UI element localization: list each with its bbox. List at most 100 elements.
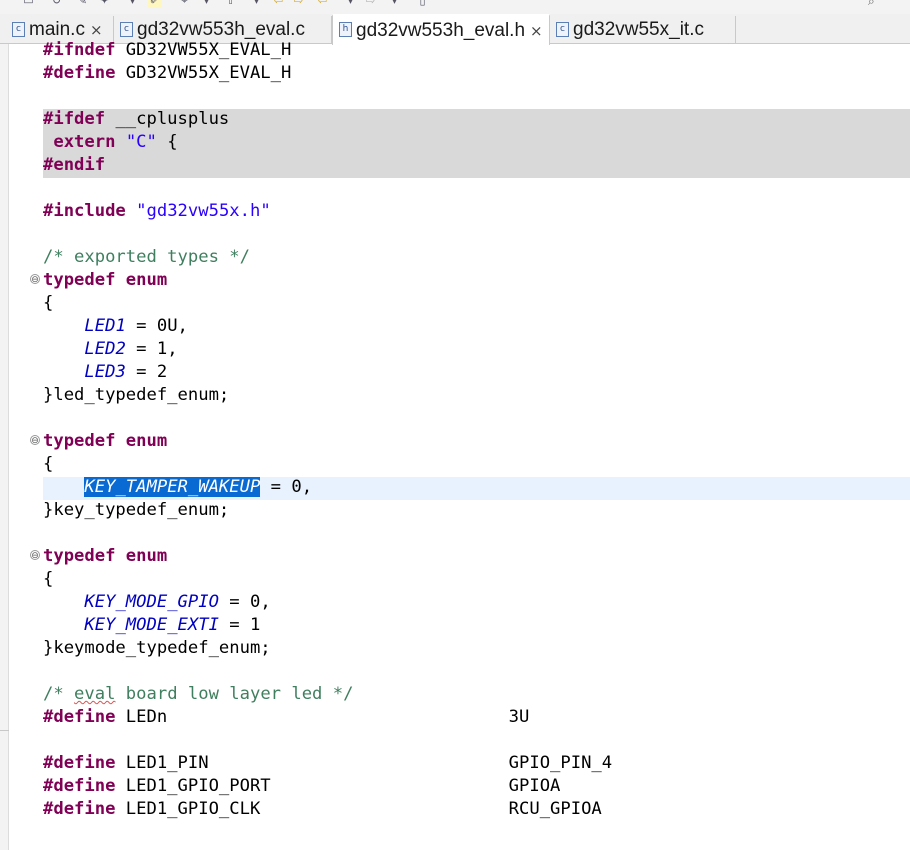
dropdown-icon[interactable]: ▾ [126,0,139,7]
tab-label: main.c [29,19,85,40]
code-text: { [43,293,54,313]
selected-text: KEY_TAMPER_WAKEUP [84,477,261,497]
toolbar: ▭ ↻ ✎ ✦ ▾ ✐ ⌖ ▾ ⇧ ▾ ⇦ ⇨ ⇦ ▾ ⇨ ▾ ▯ ⌕ [0,0,910,14]
dropdown-icon[interactable]: ▾ [200,0,213,7]
fold-toggle-icon[interactable]: ⊖ [30,435,40,446]
code-text: = 0, [218,592,271,612]
annotate-icon[interactable]: ⌖ [178,0,191,7]
code-text: GD32VW55X_EVAL_H [115,40,292,60]
comment: board low layer led */ [115,684,354,704]
code-line[interactable]: }key_typedef_enum; [43,499,229,522]
code-text: __cplusplus [105,109,230,129]
code-line[interactable]: { [43,292,53,315]
tab-gd32vw553h-eval-h[interactable]: h gd32vw553h_eval.h × [332,14,550,45]
close-icon[interactable]: × [90,21,103,39]
tool-icon[interactable]: ✦ [98,0,111,7]
code-text: = 0U, [125,316,188,336]
string-literal: "C" [125,132,157,152]
refresh-icon[interactable]: ↻ [50,0,63,7]
preprocessor-keyword: #ifdef [43,109,106,129]
code-line[interactable]: typedef enum [43,269,167,292]
fold-toggle-icon[interactable]: ⊖ [30,274,40,285]
fold-toggle-icon[interactable]: ⊖ [30,550,40,561]
dropdown-icon[interactable]: ▾ [344,0,357,7]
keyword: typedef [43,546,116,566]
pin-icon[interactable]: ▯ [416,0,429,7]
code-line[interactable]: #define LED1_GPIO_PORT GPIOA [43,775,560,798]
keyword: extern [53,132,116,152]
c-file-icon: c [556,21,569,37]
preprocessor-keyword: #define [43,776,116,796]
code-line[interactable]: /* eval board low layer led */ [43,683,353,706]
code-line[interactable]: }led_typedef_enum; [43,384,229,407]
c-file-icon: c [12,21,25,37]
enum-constant: KEY_MODE_EXTI [84,615,219,635]
tab-gd32vw55x-it-c[interactable]: c gd32vw55x_it.c [550,16,736,44]
code-text: LED1_PIN GPIO_PIN_4 [115,753,613,773]
preprocessor-keyword: #define [43,63,116,83]
code-line[interactable]: #define LEDn 3U [43,706,529,729]
code-line[interactable]: }keymode_typedef_enum; [43,637,271,660]
code-line[interactable]: #ifdef __cplusplus [43,108,229,131]
code-line[interactable]: #include "gd32vw55x.h" [43,200,271,223]
code-text: LEDn 3U [115,707,530,727]
preprocessor-keyword: #define [43,753,116,773]
forward-arrow-icon[interactable]: ⇨ [364,0,377,7]
code-line[interactable]: KEY_MODE_EXTI = 1 [43,614,260,637]
code-text: = 1 [218,615,261,635]
dropdown-icon[interactable]: ▾ [388,0,401,7]
save-icon[interactable]: ▭ [22,0,35,7]
keyword: typedef [43,270,116,290]
preprocessor-keyword: #endif [43,155,106,175]
code-line[interactable]: typedef enum [43,430,167,453]
back-arrow-icon[interactable]: ⇦ [272,0,285,7]
code-line[interactable]: { [43,568,53,591]
code-text: = 2 [125,362,168,382]
search-icon[interactable]: ⌕ [868,0,886,8]
code-text: { [43,569,54,589]
ruler-tick [0,730,9,731]
code-line[interactable]: LED2 = 1, [43,338,178,361]
code-line[interactable]: #ifndef GD32VW55X_EVAL_H [43,39,291,62]
enum-constant: LED1 [84,316,126,336]
code-line[interactable]: #define GD32VW55X_EVAL_H [43,62,291,85]
code-line[interactable]: #define LED1_PIN GPIO_PIN_4 [43,752,612,775]
comment: /* exported types */ [43,247,250,267]
tab-label: gd32vw553h_eval.c [137,19,305,40]
back-arrow-icon[interactable]: ⇦ [316,0,329,7]
code-line[interactable]: extern "C" { [43,131,177,154]
annotation-ruler [0,44,9,850]
code-text: { [43,454,54,474]
tab-label: gd32vw553h_eval.h [356,19,526,41]
code-line[interactable]: LED3 = 2 [43,361,167,384]
next-annotation-icon[interactable]: ⇧ [224,0,237,7]
highlight-icon[interactable]: ✐ [148,0,161,7]
code-line[interactable]: #endif [43,154,105,177]
keyword: typedef [43,431,116,451]
preprocessor-keyword: #define [43,707,116,727]
code-text: GD32VW55X_EVAL_H [115,63,292,83]
preprocessor-keyword: #define [43,799,116,819]
enum-constant: LED2 [84,339,126,359]
code-line[interactable]: #define LED1_GPIO_CLK RCU_GPIOA [43,798,602,821]
code-text: }keymode_typedef_enum; [43,638,271,658]
keyword: enum [125,431,168,451]
code-line[interactable]: /* exported types */ [43,246,250,269]
code-text: = 1, [125,339,178,359]
code-text: LED1_GPIO_PORT GPIOA [115,776,561,796]
code-line[interactable]: { [43,453,53,476]
code-editor[interactable]: #ifndef GD32VW55X_EVAL_H #define GD32VW5… [0,40,910,850]
code-line[interactable]: KEY_MODE_GPIO = 0, [43,591,271,614]
keyword: enum [125,270,168,290]
code-line[interactable]: typedef enum [43,545,167,568]
code-text: LED1_GPIO_CLK RCU_GPIOA [115,799,602,819]
code-text: = 0, [260,477,313,497]
dropdown-icon[interactable]: ▾ [250,0,263,7]
edit-icon[interactable]: ✎ [76,0,89,7]
enum-constant: LED3 [84,362,126,382]
code-line[interactable]: KEY_TAMPER_WAKEUP = 0, [43,476,312,499]
forward-arrow-icon[interactable]: ⇨ [292,0,305,7]
h-file-icon: h [339,22,352,37]
close-icon[interactable]: × [530,22,543,40]
code-line[interactable]: LED1 = 0U, [43,315,188,338]
